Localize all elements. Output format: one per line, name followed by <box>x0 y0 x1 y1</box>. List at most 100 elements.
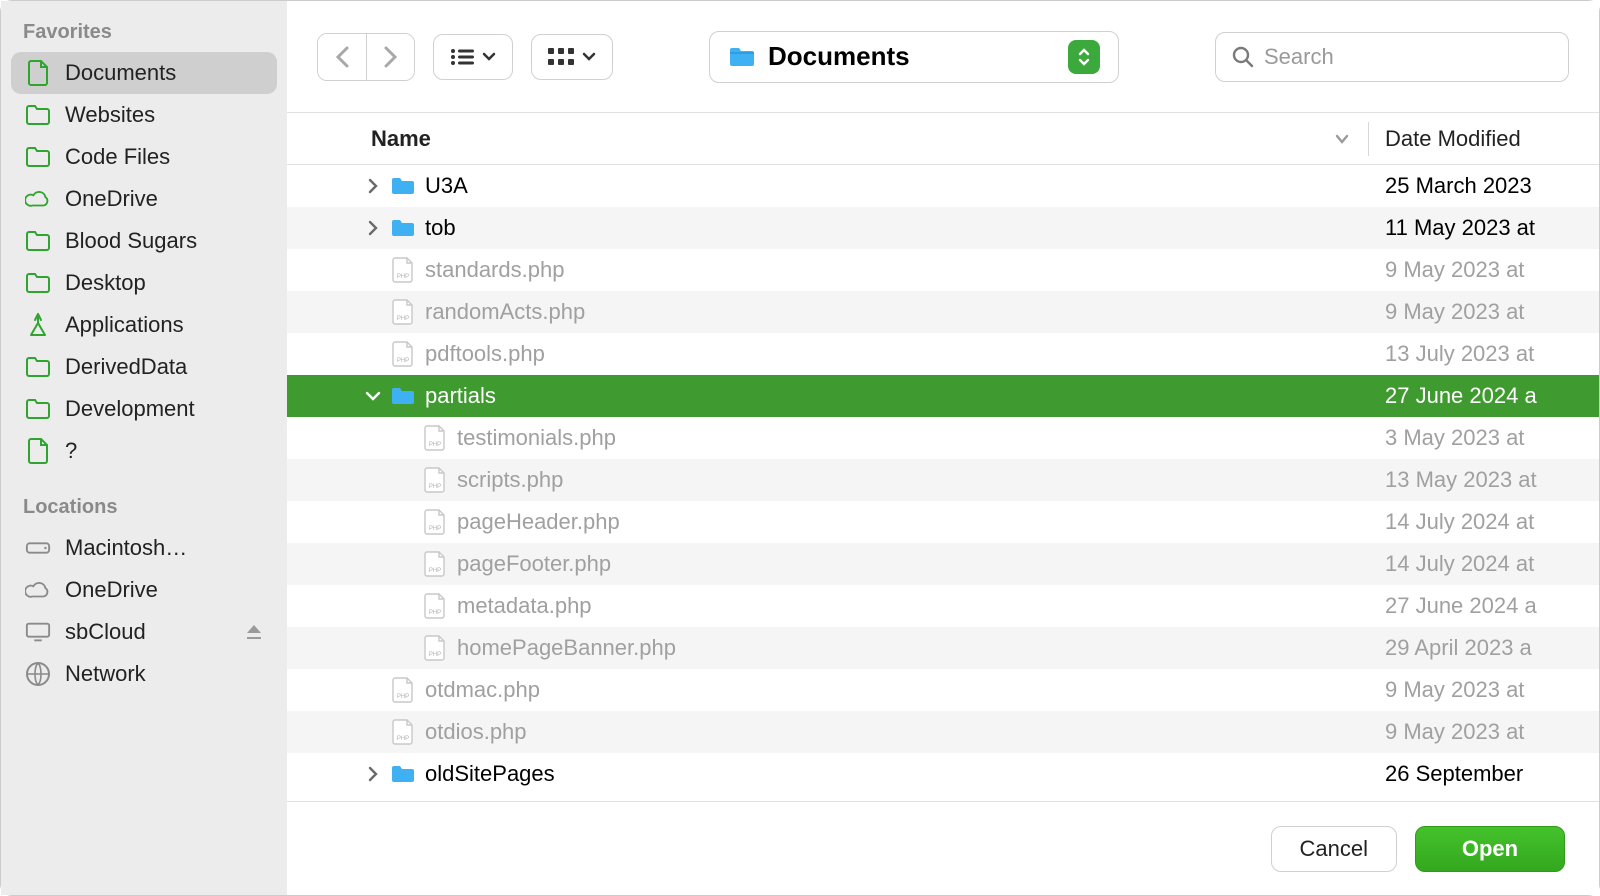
sidebar-item-websites[interactable]: Websites <box>11 94 277 136</box>
sidebar-section-locations: Locations Macintosh… OneDrive sbCloud <box>11 490 277 695</box>
svg-text:PHP: PHP <box>429 610 441 616</box>
sort-indicator-icon <box>1334 133 1350 145</box>
row-name: scripts.php <box>451 467 1369 493</box>
folder-icon <box>387 764 419 784</box>
disclosure-icon[interactable] <box>359 220 387 236</box>
sidebar-section-title: Locations <box>11 490 277 527</box>
file-row[interactable]: PHPscripts.php13 May 2023 at <box>287 459 1599 501</box>
row-date: 9 May 2023 at <box>1369 677 1599 703</box>
row-name: partials <box>419 383 1369 409</box>
row-name: metadata.php <box>451 593 1369 619</box>
php-file-icon: PHP <box>419 467 451 493</box>
row-name: standards.php <box>419 257 1369 283</box>
sidebar-item-label: Documents <box>65 60 263 86</box>
column-name-header[interactable]: Name <box>287 126 1368 152</box>
file-row[interactable]: PHPmetadata.php27 June 2024 a <box>287 585 1599 627</box>
sidebar-item-sbcloud[interactable]: sbCloud <box>11 611 277 653</box>
row-date: 9 May 2023 at <box>1369 299 1599 325</box>
view-list-button[interactable] <box>433 34 513 80</box>
cancel-button[interactable]: Cancel <box>1271 826 1397 872</box>
forward-button[interactable] <box>366 34 414 80</box>
file-row[interactable]: PHPotdios.php9 May 2023 at <box>287 711 1599 753</box>
column-date-header[interactable]: Date Modified <box>1369 126 1599 152</box>
sidebar-section-favorites: Favorites Documents Websites Code Files … <box>11 15 277 472</box>
file-row[interactable]: PHPotdmac.php9 May 2023 at <box>287 669 1599 711</box>
sidebar-item-onedrive-loc[interactable]: OneDrive <box>11 569 277 611</box>
svg-text:PHP: PHP <box>429 442 441 448</box>
row-date: 25 March 2023 <box>1369 173 1599 199</box>
dialog-footer: Cancel Open <box>287 801 1599 895</box>
document-icon <box>25 438 51 464</box>
view-group-button[interactable] <box>531 34 613 80</box>
folder-row[interactable]: oldSitePages26 September <box>287 753 1599 795</box>
sidebar-item-unknown[interactable]: ? <box>11 430 277 472</box>
folder-row[interactable]: partials27 June 2024 a <box>287 375 1599 417</box>
php-file-icon: PHP <box>387 257 419 283</box>
disclosure-icon[interactable] <box>359 390 387 402</box>
path-stepper-icon[interactable] <box>1068 40 1100 74</box>
sidebar-item-development[interactable]: Development <box>11 388 277 430</box>
sidebar-item-label: Macintosh… <box>65 535 263 561</box>
display-icon <box>25 619 51 645</box>
file-row[interactable]: PHPpageHeader.php14 July 2024 at <box>287 501 1599 543</box>
row-date: 13 July 2023 at <box>1369 341 1599 367</box>
folder-icon <box>387 176 419 196</box>
sidebar-item-label: Desktop <box>65 270 263 296</box>
file-row[interactable]: PHPrandomActs.php9 May 2023 at <box>287 291 1599 333</box>
sidebar-item-desktop[interactable]: Desktop <box>11 262 277 304</box>
search-field[interactable] <box>1215 32 1569 82</box>
sidebar-item-label: Blood Sugars <box>65 228 263 254</box>
sidebar-item-label: sbCloud <box>65 619 231 645</box>
file-row[interactable]: PHPstandards.php9 May 2023 at <box>287 249 1599 291</box>
sidebar-item-onedrive[interactable]: OneDrive <box>11 178 277 220</box>
applications-icon <box>25 312 51 338</box>
row-date: 14 July 2024 at <box>1369 551 1599 577</box>
folder-icon <box>25 270 51 296</box>
sidebar-item-label: Code Files <box>65 144 263 170</box>
globe-icon <box>25 661 51 687</box>
sidebar-item-label: DerivedData <box>65 354 263 380</box>
toolbar: Documents <box>287 1 1599 113</box>
file-row[interactable]: PHPtestimonials.php3 May 2023 at <box>287 417 1599 459</box>
sidebar-item-deriveddata[interactable]: DerivedData <box>11 346 277 388</box>
back-button[interactable] <box>318 34 366 80</box>
disclosure-icon[interactable] <box>359 178 387 194</box>
column-date-label: Date Modified <box>1385 126 1521 151</box>
sidebar-item-blood-sugars[interactable]: Blood Sugars <box>11 220 277 262</box>
php-file-icon: PHP <box>419 593 451 619</box>
file-row[interactable]: PHPpdftools.php13 July 2023 at <box>287 333 1599 375</box>
row-name: otdios.php <box>419 719 1369 745</box>
sidebar-item-label: Development <box>65 396 263 422</box>
file-row[interactable]: PHPpageFooter.php14 July 2024 at <box>287 543 1599 585</box>
svg-text:PHP: PHP <box>397 736 409 742</box>
sidebar-item-network[interactable]: Network <box>11 653 277 695</box>
row-date: 29 April 2023 a <box>1369 635 1599 661</box>
path-picker[interactable]: Documents <box>709 31 1119 83</box>
folder-icon <box>25 228 51 254</box>
nav-group <box>317 33 415 81</box>
search-input[interactable] <box>1264 44 1552 70</box>
sidebar-item-documents[interactable]: Documents <box>11 52 277 94</box>
folder-icon <box>25 102 51 128</box>
folder-row[interactable]: U3A25 March 2023 <box>287 165 1599 207</box>
sidebar-item-applications[interactable]: Applications <box>11 304 277 346</box>
disclosure-icon[interactable] <box>359 766 387 782</box>
folder-icon <box>387 386 419 406</box>
sidebar-item-code-files[interactable]: Code Files <box>11 136 277 178</box>
php-file-icon: PHP <box>419 425 451 451</box>
folder-icon <box>25 354 51 380</box>
document-icon <box>25 60 51 86</box>
open-button[interactable]: Open <box>1415 826 1565 872</box>
row-name: oldSitePages <box>419 761 1369 787</box>
row-name: U3A <box>419 173 1369 199</box>
main-panel: Documents Name Date Modified U3A25 March… <box>287 1 1599 895</box>
eject-icon[interactable] <box>245 623 263 641</box>
folder-row[interactable]: tob11 May 2023 at <box>287 207 1599 249</box>
row-date: 14 July 2024 at <box>1369 509 1599 535</box>
folder-icon <box>25 144 51 170</box>
file-row[interactable]: PHPhomePageBanner.php29 April 2023 a <box>287 627 1599 669</box>
sidebar-item-macintosh[interactable]: Macintosh… <box>11 527 277 569</box>
folder-icon <box>728 45 756 69</box>
row-date: 3 May 2023 at <box>1369 425 1599 451</box>
row-date: 26 September <box>1369 761 1599 787</box>
